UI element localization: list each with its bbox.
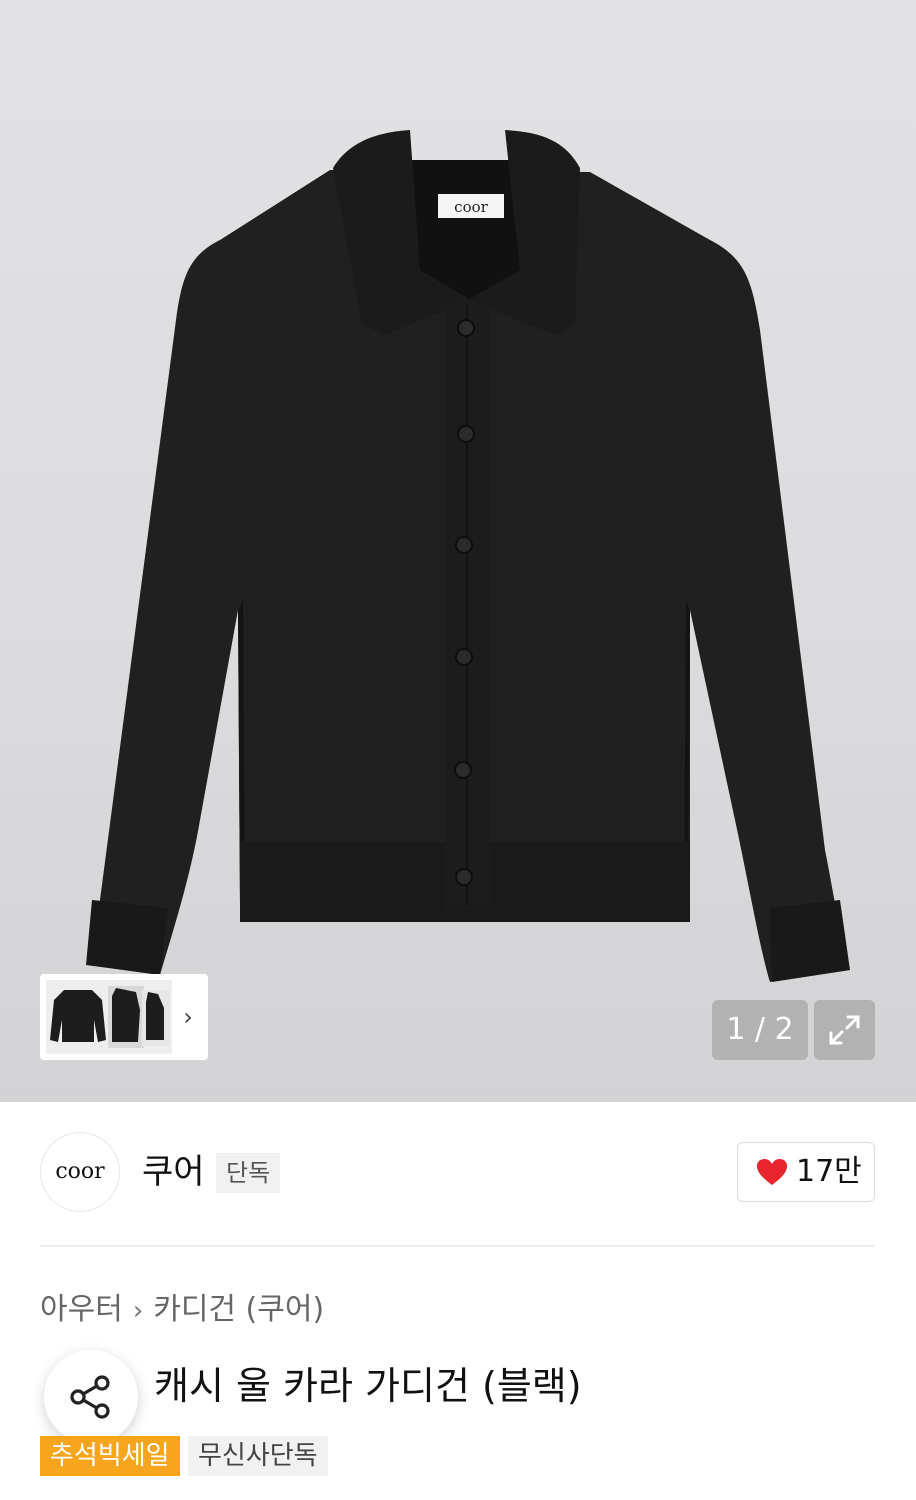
product-image-gallery[interactable]: coor › 1 / 2 <box>0 0 916 1102</box>
share-icon <box>70 1375 110 1419</box>
breadcrumb: 아우터 › 카디건 (쿠어) <box>40 1288 324 1333</box>
section-divider <box>40 1245 875 1247</box>
heart-icon <box>757 1159 787 1185</box>
breadcrumb-category[interactable]: 아우터 <box>40 1292 123 1327</box>
expand-icon <box>829 1015 860 1045</box>
image-counter: 1 / 2 <box>712 1000 808 1060</box>
brand-name[interactable]: 쿠어 <box>142 1148 205 1196</box>
exclusive-badge: 무신사단독 <box>188 1436 328 1476</box>
like-button[interactable]: 17만 <box>737 1142 875 1202</box>
thumbnail-cardigans <box>46 980 172 1054</box>
share-button[interactable] <box>44 1350 138 1444</box>
product-title-text: 캐시 울 카라 가디건 (블랙) <box>154 1364 582 1408</box>
thumbnail-next-arrow[interactable]: › <box>176 1002 200 1032</box>
thumbnail-image[interactable] <box>46 980 172 1054</box>
garment-label-text: coor <box>454 198 488 216</box>
expand-button[interactable] <box>814 1000 875 1060</box>
like-count: 17만 <box>796 1154 862 1189</box>
brand-logo[interactable]: coor <box>40 1132 120 1212</box>
sale-badge: 추석빅세일 <box>40 1436 180 1476</box>
brand-exclusive-tag: 단독 <box>216 1153 281 1193</box>
thumbnail-strip[interactable]: › <box>40 974 208 1060</box>
breadcrumb-chevron-icon: › <box>132 1296 144 1326</box>
breadcrumb-subcategory[interactable]: 카디건 (쿠어) <box>153 1292 324 1327</box>
cardigan-product-image: coor <box>86 130 850 982</box>
